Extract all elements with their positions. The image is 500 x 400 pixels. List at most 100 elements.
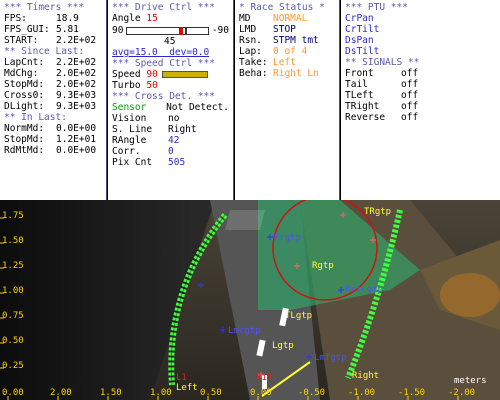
glare [225, 210, 265, 230]
angle-row: Angle 15 [112, 13, 158, 24]
vision-row: Vision no [112, 113, 180, 124]
label-lmcgtp: Lmcgtp [228, 326, 261, 336]
camera-view[interactable]: TRgtp Rrgtp Rgtp Rrtcgtp TLgtp Lmcgtp Lg… [0, 200, 500, 400]
slider-mid-value: 45 [164, 36, 176, 47]
normmd-row: NormMd: 0.0E+00 [4, 123, 97, 134]
fps-value: 18.9 [56, 13, 79, 24]
take-value: Left [273, 57, 296, 68]
label-r13: R13 [256, 373, 272, 383]
drive-ctrl-header: *** Drive Ctrl *** [112, 2, 215, 13]
axis-unit-label: meters [454, 376, 487, 386]
signals-header: ** SIGNALS ** [345, 57, 420, 68]
rdmtmd-row: RdMtMd: 0.0E+00 [4, 145, 97, 156]
label-left: Left [176, 383, 198, 393]
x-tick-3: 1.00 [150, 388, 172, 398]
label-rrtcgtp: Rrtcgtp [345, 285, 383, 295]
x-tick-5: 0.00 [250, 388, 272, 398]
turbo-row: Turbo 50 [112, 80, 158, 91]
signal-row-front: Front off [345, 68, 419, 79]
corr-row: Corr. 0 [112, 146, 174, 157]
fpsgui-value: 5.81 [56, 24, 79, 35]
x-tick-2: 1.50 [100, 388, 122, 398]
turbo-value: 50 [146, 80, 158, 91]
y-tick-4: 1.00 [2, 286, 24, 296]
sline-value: Right [168, 124, 197, 135]
lap-row: Lap: 0 of 4 [239, 46, 308, 57]
timers-panel: *** Timers *** FPS: 18.9 FPS_GUI: 5.81 STA… [0, 0, 107, 200]
label-rgtp: Rgtp [312, 261, 334, 271]
start-row: START: 2.2E+02 [4, 35, 97, 46]
corr-value: 0 [168, 146, 174, 157]
in-last-header: ** In Last: [4, 112, 67, 123]
avg-dev-text: avg=15.0 dev=0.0 [112, 47, 210, 58]
speed-value: 90 [146, 69, 158, 80]
lapcnt-row: LapCnt: 2.2E+02 [4, 57, 97, 68]
camera-scene: TRgtp Rrgtp Rgtp Rrtcgtp TLgtp Lmcgtp Lg… [0, 200, 500, 400]
race-status-header: * Race Status * [239, 2, 325, 13]
x-tick-8: -1.50 [398, 388, 426, 398]
stopmd-row: StopMd: 2.0E+02 [4, 79, 97, 90]
label-right: Right [352, 371, 379, 381]
ptu-item-crtilt[interactable]: CrTilt [345, 24, 496, 35]
beha-row: Beha: Right Ln [239, 68, 319, 79]
ptu-item-dstilt[interactable]: DsTilt [345, 46, 496, 57]
ptu-item-crpan[interactable]: CrPan [345, 13, 496, 24]
x-tick-6: -0.50 [298, 388, 326, 398]
signal-row-reverse: Reverse off [345, 112, 419, 123]
ptu-item-dspan[interactable]: DsPan [345, 35, 496, 46]
dlight-row: DLight: 9.3E+03 [4, 101, 97, 112]
take-row: Take: Left [239, 57, 296, 68]
rangle-value: 42 [168, 135, 180, 146]
lmd-value: STOP [273, 24, 296, 35]
speed-ctrl-header: *** Speed Ctrl *** [112, 58, 215, 69]
rsn-row: Rsn. STPM tmt [239, 35, 319, 46]
y-tick-1: 1.75 [2, 211, 24, 221]
x-tick-1: 2.00 [50, 388, 72, 398]
slider-min-label: 90 [112, 25, 124, 36]
label-l1: L1 [176, 373, 187, 383]
beha-value: Right Ln [273, 68, 319, 79]
ptu-header: *** PTU *** [345, 2, 408, 13]
x-tick-9: -2.00 [448, 388, 476, 398]
start-value: 2.2E+02 [56, 35, 97, 46]
slider-max-label: -90 [211, 25, 229, 36]
signal-row-tleft: TLeft off [345, 90, 419, 101]
pix-cnt-value: 505 [168, 157, 186, 168]
label-lgtp: Lgtp [272, 341, 294, 351]
lap-value: 0 of 4 [273, 46, 308, 57]
angle-slider-mark [185, 26, 188, 35]
md-row: MD NORMAL [239, 13, 308, 24]
timers-header: *** Timers *** [4, 2, 85, 13]
ptu-panel: *** PTU *** CrPan CrTilt DsPan DsTilt **… [341, 0, 500, 200]
speed-bar-fill [162, 72, 207, 77]
mdchg-row: MdChg: 2.0E+02 [4, 68, 97, 79]
md-value: NORMAL [273, 13, 308, 24]
label-trgtp: TRgtp [364, 207, 391, 217]
fpsgui-row: FPS_GUI: 5.81 [4, 24, 79, 35]
angle-slider-thumb[interactable] [179, 26, 184, 35]
sensor-value: Not Detect. [166, 102, 229, 113]
sline-row: S. Line Right [112, 124, 197, 135]
cross-det-header: *** Cross Det. *** [112, 91, 215, 102]
rsn-value: STPM tmt [273, 35, 319, 46]
rangle-row: RAngle 42 [112, 135, 180, 146]
angle-slider[interactable] [126, 26, 209, 35]
fps-row: FPS: 18.9 [4, 13, 79, 24]
y-tick-2: 1.50 [2, 236, 24, 246]
speed-bar [161, 71, 208, 78]
y-tick-5: 0.75 [2, 311, 24, 321]
race-status-panel: * Race Status * MD NORMAL LMD STOP Rsn. STP… [235, 0, 340, 200]
pix-cnt-row: Pix Cnt 505 [112, 157, 186, 168]
y-tick-6: 0.50 [2, 336, 24, 346]
drive-ctrl-panel: *** Drive Ctrl *** Angle 15 90 -90 45 av… [108, 0, 234, 200]
vision-value: no [168, 113, 180, 124]
since-last-header: ** Since Last: [4, 46, 85, 57]
angle-value: 15 [146, 13, 158, 24]
label-lmfgtp: Lmfgtp [314, 353, 347, 363]
signal-row-tright: TRight off [345, 101, 419, 112]
orange-glow [440, 273, 500, 317]
signal-row-tail: Tail off [345, 79, 419, 90]
speed-row: Speed 90 [112, 69, 229, 80]
lmd-row: LMD STOP [239, 24, 296, 35]
y-tick-3: 1.25 [2, 261, 24, 271]
